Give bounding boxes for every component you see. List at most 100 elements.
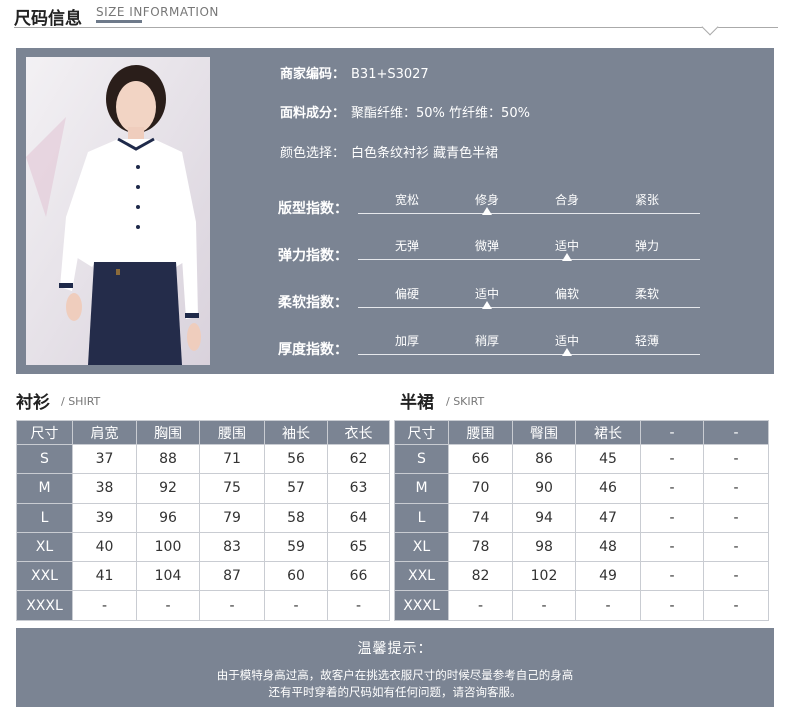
size-cell: XL [16, 531, 73, 563]
table-cell: 49 [575, 561, 641, 592]
scale-line [358, 354, 700, 355]
table-cell: 82 [448, 561, 513, 592]
table-cell: 57 [264, 473, 328, 504]
table-header-cell: - [640, 420, 704, 445]
softness-index-label: 柔软指数： [278, 295, 348, 311]
table-cell: 88 [136, 443, 200, 475]
table-cell: 65 [327, 531, 390, 563]
table-cell: 48 [575, 531, 641, 563]
table-header-cell: 衣长 [327, 420, 390, 445]
table-row: XXL 41 104 87 60 66 [16, 561, 390, 592]
table-row: S 37 88 71 56 62 [16, 443, 390, 475]
table-row: XXXL - - - - - [16, 590, 390, 621]
scale-option: 微弹 [474, 239, 499, 253]
size-cell: XXL [16, 561, 73, 592]
table-header-row: 尺寸 肩宽 胸围 腰围 袖长 衣长 [16, 420, 390, 445]
scale-marker [482, 207, 492, 215]
scale-option: 适中 [554, 239, 579, 253]
table-cell: 74 [448, 502, 513, 533]
shirt-table-subtitle: / SHIRT [61, 395, 101, 408]
table-row: S 66 86 45- - [394, 443, 769, 475]
scale-option: 修身 [474, 193, 499, 207]
scale-option: 轻薄 [634, 334, 659, 348]
elasticity-index-scale: 无弹 微弹 适中 弹力 [358, 237, 700, 267]
color-value: 白色条纹衬衫 藏青色半裙 [351, 146, 499, 161]
softness-index-scale: 偏硬 适中 偏软 柔软 [358, 285, 700, 315]
table-header-cell: 腰围 [199, 420, 265, 445]
table-cell: 79 [199, 502, 265, 533]
skirt-size-table: 尺寸 腰围 臀围 裙长 - - S 66 86 45- - M 70 90 46- - L 74 9… [394, 420, 769, 621]
table-cell: 96 [136, 502, 200, 533]
table-header-cell: 臀围 [512, 420, 576, 445]
table-cell: 58 [264, 502, 328, 533]
scale-option: 紧张 [634, 193, 659, 207]
table-cell: 94 [512, 502, 576, 533]
table-cell: - [199, 590, 265, 621]
table-cell: 40 [72, 531, 137, 563]
table-header-row: 尺寸 腰围 臀围 裙长 - - [394, 420, 769, 445]
notice-line: 由于模特身高过高，故客户在挑选衣服尺寸的时候尽量参考自己的身高 [216, 668, 574, 682]
table-cell: - [640, 561, 704, 592]
table-cell: 37 [72, 443, 137, 475]
table-cell: - [640, 502, 704, 533]
table-cell: 66 [448, 443, 513, 475]
table-row: L 39 96 79 58 64 [16, 502, 390, 533]
scale-option: 合身 [554, 193, 579, 207]
size-cell: S [16, 443, 73, 475]
table-cell: 98 [512, 531, 576, 563]
size-cell: S [394, 443, 449, 475]
table-cell: 38 [72, 473, 137, 504]
table-row: XL 78 98 48- - [394, 531, 769, 563]
merchant-code-label: 商家编码： [280, 67, 346, 82]
scale-option: 柔软 [634, 287, 659, 301]
table-header-cell: 胸围 [136, 420, 200, 445]
fabric-row: 面料成分： 聚酯纤维：50% 竹纤维：50% [280, 102, 530, 121]
size-cell: XXXL [16, 590, 73, 621]
table-row: XXXL - - - - - [394, 590, 769, 621]
table-cell: 60 [264, 561, 328, 592]
table-cell: 86 [512, 443, 576, 475]
table-cell: 87 [199, 561, 265, 592]
scale-option: 加厚 [394, 334, 419, 348]
table-cell: - [640, 473, 704, 504]
table-row: L 74 94 47- - [394, 502, 769, 533]
table-cell: - [327, 590, 390, 621]
table-cell: 39 [72, 502, 137, 533]
table-header-cell: 肩宽 [72, 420, 137, 445]
table-cell: 104 [136, 561, 200, 592]
merchant-code-value: B31+S3027 [351, 67, 429, 82]
skirt-table-subtitle: / SKIRT [446, 395, 485, 408]
scale-line [358, 259, 700, 260]
table-cell: 41 [72, 561, 137, 592]
table-cell: 45 [575, 443, 641, 475]
scale-marker [562, 253, 572, 261]
subtitle-underline [96, 20, 142, 23]
table-cell: - [575, 590, 641, 621]
table-cell: 102 [512, 561, 576, 592]
scale-option: 稍厚 [474, 334, 499, 348]
chevron-down-icon [701, 18, 719, 36]
table-cell: 71 [199, 443, 265, 475]
table-cell: - [703, 531, 769, 563]
scale-option: 宽松 [394, 193, 419, 207]
thickness-index-label: 厚度指数： [278, 342, 348, 358]
scale-marker [482, 301, 492, 309]
table-cell: - [703, 502, 769, 533]
color-label: 颜色选择： [280, 146, 346, 161]
model-photo [26, 57, 210, 365]
table-row: M 70 90 46- - [394, 473, 769, 504]
table-cell: 56 [264, 443, 328, 475]
table-cell: - [703, 473, 769, 504]
size-cell: M [394, 473, 449, 504]
table-cell: - [640, 531, 704, 563]
table-cell: - [703, 443, 769, 475]
skirt-table-title: 半裙 [400, 393, 434, 413]
scale-option: 适中 [554, 334, 579, 348]
section-title: 尺码信息 [14, 9, 82, 29]
header-divider [14, 27, 708, 28]
size-cell: M [16, 473, 73, 504]
table-cell: 66 [327, 561, 390, 592]
table-cell: 62 [327, 443, 390, 475]
table-cell: - [640, 443, 704, 475]
scale-line [358, 307, 700, 308]
